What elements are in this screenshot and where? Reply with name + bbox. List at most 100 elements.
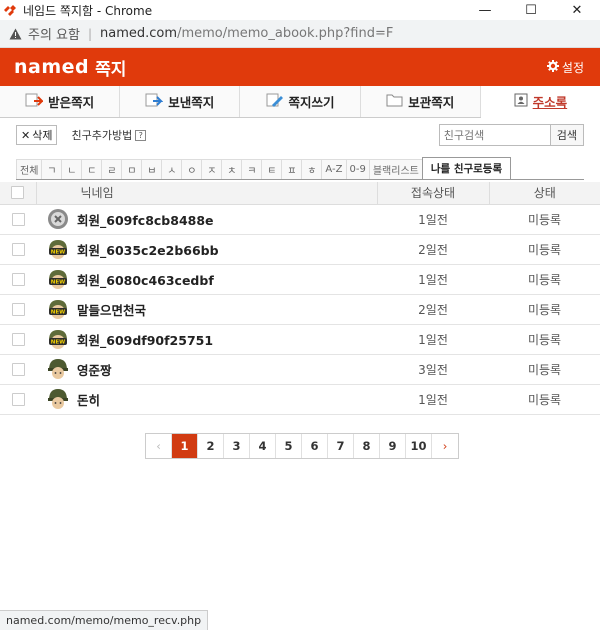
page-8-button[interactable]: 8	[354, 434, 380, 458]
table-row[interactable]: NEW 회원_609df90f25751 1일전 미등록	[0, 324, 600, 355]
member-name-link[interactable]: 영준짱	[77, 360, 112, 379]
filter-tab[interactable]: ㅎ	[301, 159, 323, 179]
member-name-link[interactable]: 회원_6080c463cedbf	[77, 270, 214, 289]
member-name-link[interactable]: 회원_609fc8cb8488e	[77, 210, 214, 229]
filter-tab[interactable]: ㅌ	[261, 159, 283, 179]
url-text[interactable]: named.com/memo/memo_abook.php?find=F	[100, 26, 393, 41]
status-cell: 미등록	[489, 234, 600, 265]
filter-tab[interactable]: ㄱ	[41, 159, 63, 179]
filter-tab[interactable]: ㅍ	[281, 159, 303, 179]
url-host: named.com	[100, 26, 178, 41]
select-all-checkbox[interactable]	[11, 186, 25, 200]
filter-tab[interactable]: ㄷ	[81, 159, 103, 179]
status-header[interactable]: 상태	[489, 182, 600, 205]
friend-search: 검색	[438, 124, 584, 146]
last-access-cell: 1일전	[377, 384, 489, 415]
last-access-cell: 1일전	[377, 264, 489, 295]
row-checkbox[interactable]	[11, 362, 25, 376]
filter-tab[interactable]: ㅁ	[121, 159, 143, 179]
row-checkbox[interactable]	[11, 302, 25, 316]
table-row[interactable]: NEW 회원_6080c463cedbf 1일전 미등록	[0, 264, 600, 295]
sent-icon	[145, 92, 164, 111]
row-checkbox-cell	[0, 384, 36, 415]
row-checkbox-cell	[0, 354, 36, 385]
help-icon[interactable]: ?	[135, 129, 147, 141]
page-1-button[interactable]: 1	[172, 434, 198, 458]
tab-archive-label: 보관쪽지	[408, 95, 455, 110]
search-button[interactable]: 검색	[550, 124, 584, 146]
named-logo[interactable]: named	[14, 56, 89, 78]
tab-addressbook[interactable]: 주소록	[480, 86, 600, 118]
last-access-header[interactable]: 접속상태	[377, 182, 490, 205]
nick-cell: 돈히	[36, 384, 377, 415]
status-cell: 미등록	[489, 294, 600, 325]
gear-icon	[546, 60, 559, 75]
member-name-link[interactable]: 회원_609df90f25751	[77, 330, 213, 349]
tab-inbox[interactable]: 받은쪽지	[0, 86, 121, 117]
prev-page-button[interactable]: ‹	[146, 434, 172, 458]
page-7-button[interactable]: 7	[328, 434, 354, 458]
member-name-link[interactable]: 말들으면천국	[77, 300, 146, 319]
last-access-cell: 3일전	[377, 354, 489, 385]
tab-sent-label: 보낸쪽지	[168, 95, 215, 110]
filter-tab[interactable]: ㅋ	[241, 159, 263, 179]
filter-tab[interactable]: ㄹ	[101, 159, 123, 179]
nick-cell: 영준짱	[36, 354, 377, 385]
addressbook-toolbar: ✕ 삭제 친구추가방법 ? 검색	[0, 118, 600, 152]
page-2-button[interactable]: 2	[198, 434, 224, 458]
site-header: named 쪽지 설정	[0, 48, 600, 86]
member-name-link[interactable]: 회원_6035c2e2b66bb	[77, 240, 219, 259]
maximize-button[interactable]: ☐	[508, 0, 554, 20]
avatar-icon	[47, 388, 69, 410]
page-4-button[interactable]: 4	[250, 434, 276, 458]
filter-tab[interactable]: ㄴ	[61, 159, 83, 179]
url-path: /memo/memo_abook.php?find=F	[177, 26, 394, 41]
page-10-button[interactable]: 10	[406, 434, 432, 458]
tab-sent[interactable]: 보낸쪽지	[120, 86, 241, 117]
filter-tab[interactable]: A-Z	[321, 159, 347, 179]
row-checkbox[interactable]	[11, 332, 25, 346]
tab-write[interactable]: 쪽지쓰기	[240, 86, 361, 117]
delete-button[interactable]: ✕ 삭제	[16, 125, 58, 145]
table-row[interactable]: 영준짱 3일전 미등록	[0, 354, 600, 385]
address-bar[interactable]: 주의 요함 | named.com/memo/memo_abook.php?fi…	[0, 20, 600, 48]
page-3-button[interactable]: 3	[224, 434, 250, 458]
filter-tab[interactable]: 블랙리스트	[368, 159, 423, 179]
tab-archive[interactable]: 보관쪽지	[361, 86, 481, 117]
last-access-cell: 2일전	[377, 294, 489, 325]
filter-tab[interactable]: 0-9	[345, 159, 370, 179]
table-row[interactable]: NEW 회원_6035c2e2b66bb 2일전 미등록	[0, 234, 600, 265]
howto-label: 친구추가방법	[71, 129, 133, 142]
filter-tab[interactable]: ㅂ	[141, 159, 163, 179]
page-6-button[interactable]: 6	[302, 434, 328, 458]
filter-tab[interactable]: ㅇ	[181, 159, 203, 179]
table-row[interactable]: 회원_609fc8cb8488e 1일전 미등록	[0, 204, 600, 235]
filter-tab[interactable]: 전체	[16, 159, 43, 179]
friend-search-input[interactable]	[438, 124, 551, 146]
nick-header[interactable]: 닉네임	[36, 182, 378, 205]
filter-tab[interactable]: ㅅ	[161, 159, 183, 179]
row-checkbox[interactable]	[11, 242, 25, 256]
member-name-link[interactable]: 돈히	[77, 390, 100, 409]
nick-cell: 회원_609fc8cb8488e	[36, 204, 377, 235]
row-checkbox[interactable]	[11, 212, 25, 226]
page-9-button[interactable]: 9	[380, 434, 406, 458]
minimize-button[interactable]: —	[462, 0, 508, 20]
filter-tab[interactable]: 나를 친구로등록	[421, 157, 512, 179]
nick-cell: NEW 회원_6035c2e2b66bb	[36, 234, 377, 265]
svg-text:NEW: NEW	[51, 280, 65, 286]
row-checkbox[interactable]	[11, 392, 25, 406]
security-warning-label[interactable]: 주의 요함	[28, 24, 80, 43]
row-checkbox[interactable]	[11, 272, 25, 286]
warning-icon[interactable]	[8, 27, 22, 41]
filter-tab[interactable]: ㅊ	[221, 159, 243, 179]
add-friend-howto[interactable]: 친구추가방법 ?	[71, 127, 147, 143]
settings-link[interactable]: 설정	[546, 59, 584, 76]
close-window-button[interactable]: ✕	[554, 0, 600, 20]
filter-tab[interactable]: ㅈ	[201, 159, 223, 179]
table-row[interactable]: NEW 말들으면천국 2일전 미등록	[0, 294, 600, 325]
page-5-button[interactable]: 5	[276, 434, 302, 458]
table-row[interactable]: 돈히 1일전 미등록	[0, 384, 600, 415]
next-page-button[interactable]: ›	[432, 434, 458, 458]
avatar-icon	[47, 208, 69, 230]
